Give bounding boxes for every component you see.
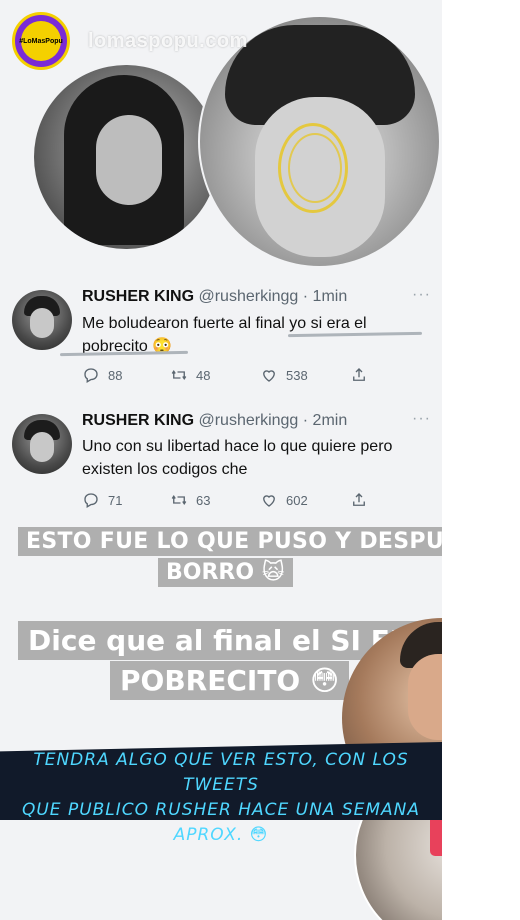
story-canvas: #LoMasPopu lomaspopu.com RUSHER KING @ru… [0, 0, 442, 920]
logo-text: #LoMasPopu [19, 21, 63, 61]
retweet-button[interactable]: 48 [170, 366, 210, 384]
tweet-author-handle[interactable]: @rusherkingg [198, 412, 298, 429]
tweet-header: RUSHER KING @rusherkingg · 1min [82, 288, 347, 306]
account-username[interactable]: lomaspopu.com [88, 30, 248, 53]
tweet-separator: · [302, 288, 309, 305]
tweet-author-name[interactable]: RUSHER KING [82, 412, 194, 429]
tweet-avatar[interactable] [12, 290, 72, 350]
reply-button[interactable]: 88 [82, 366, 122, 384]
reply-icon [84, 493, 98, 508]
retweet-count: 48 [196, 367, 211, 383]
retweet-icon [171, 495, 187, 505]
tweet-author-handle[interactable]: @rusherkingg [198, 288, 298, 305]
banner-text: TENDRA ALGO QUE VER ESTO, CON LOS TWEETS… [0, 748, 442, 848]
like-button[interactable]: 538 [260, 366, 308, 384]
reply-count: 88 [108, 367, 123, 383]
banner-line: TENDRA ALGO QUE VER ESTO, CON LOS TWEETS [33, 750, 409, 795]
tweet-time: 2min [312, 412, 348, 429]
story-side-strip [442, 0, 520, 920]
retweet-count: 63 [196, 492, 211, 508]
tweet-text: Uno con su libertad hace lo que quiere p… [82, 438, 393, 478]
tweet-actions: 88 48 538 [82, 366, 382, 386]
share-button[interactable] [350, 491, 368, 509]
story-caption: BORRO 🙀 [158, 558, 293, 587]
more-options-icon[interactable]: ··· [412, 286, 431, 304]
share-icon [353, 493, 365, 506]
share-button[interactable] [350, 366, 368, 384]
more-options-icon[interactable]: ··· [412, 410, 431, 428]
like-count: 602 [286, 492, 308, 508]
tweet-card[interactable]: RUSHER KING @rusherkingg · 2min ··· Uno … [0, 408, 442, 528]
tweet-card[interactable]: RUSHER KING @rusherkingg · 1min ··· Me b… [0, 282, 442, 402]
heart-icon [263, 495, 275, 507]
story-caption: POBRECITO 😳 [110, 661, 350, 700]
banner-line: QUE PUBLICO RUSHER HACE UNA SEMANA [21, 800, 421, 820]
heart-icon [263, 370, 275, 382]
reply-count: 71 [108, 492, 123, 508]
like-count: 538 [286, 367, 308, 383]
tweet-actions: 71 63 602 [82, 491, 382, 511]
retweet-icon [171, 370, 187, 380]
tweet-separator: · [302, 412, 309, 429]
profile-photo-woman [34, 65, 218, 249]
tweet-avatar[interactable] [12, 414, 72, 474]
share-icon [353, 368, 365, 381]
reply-button[interactable]: 71 [82, 491, 122, 509]
tweet-header: RUSHER KING @rusherkingg · 2min [82, 412, 347, 430]
story-caption: ESTO FUE LO QUE PUSO Y DESPUÉS [18, 527, 442, 556]
retweet-button[interactable]: 63 [170, 491, 210, 509]
account-avatar[interactable]: #LoMasPopu [12, 12, 70, 70]
tweet-time: 1min [312, 288, 348, 305]
tweet-author-name[interactable]: RUSHER KING [82, 288, 194, 305]
like-button[interactable]: 602 [260, 491, 308, 509]
banner-line: APROX. 😳 [173, 825, 269, 845]
reply-icon [84, 368, 98, 383]
